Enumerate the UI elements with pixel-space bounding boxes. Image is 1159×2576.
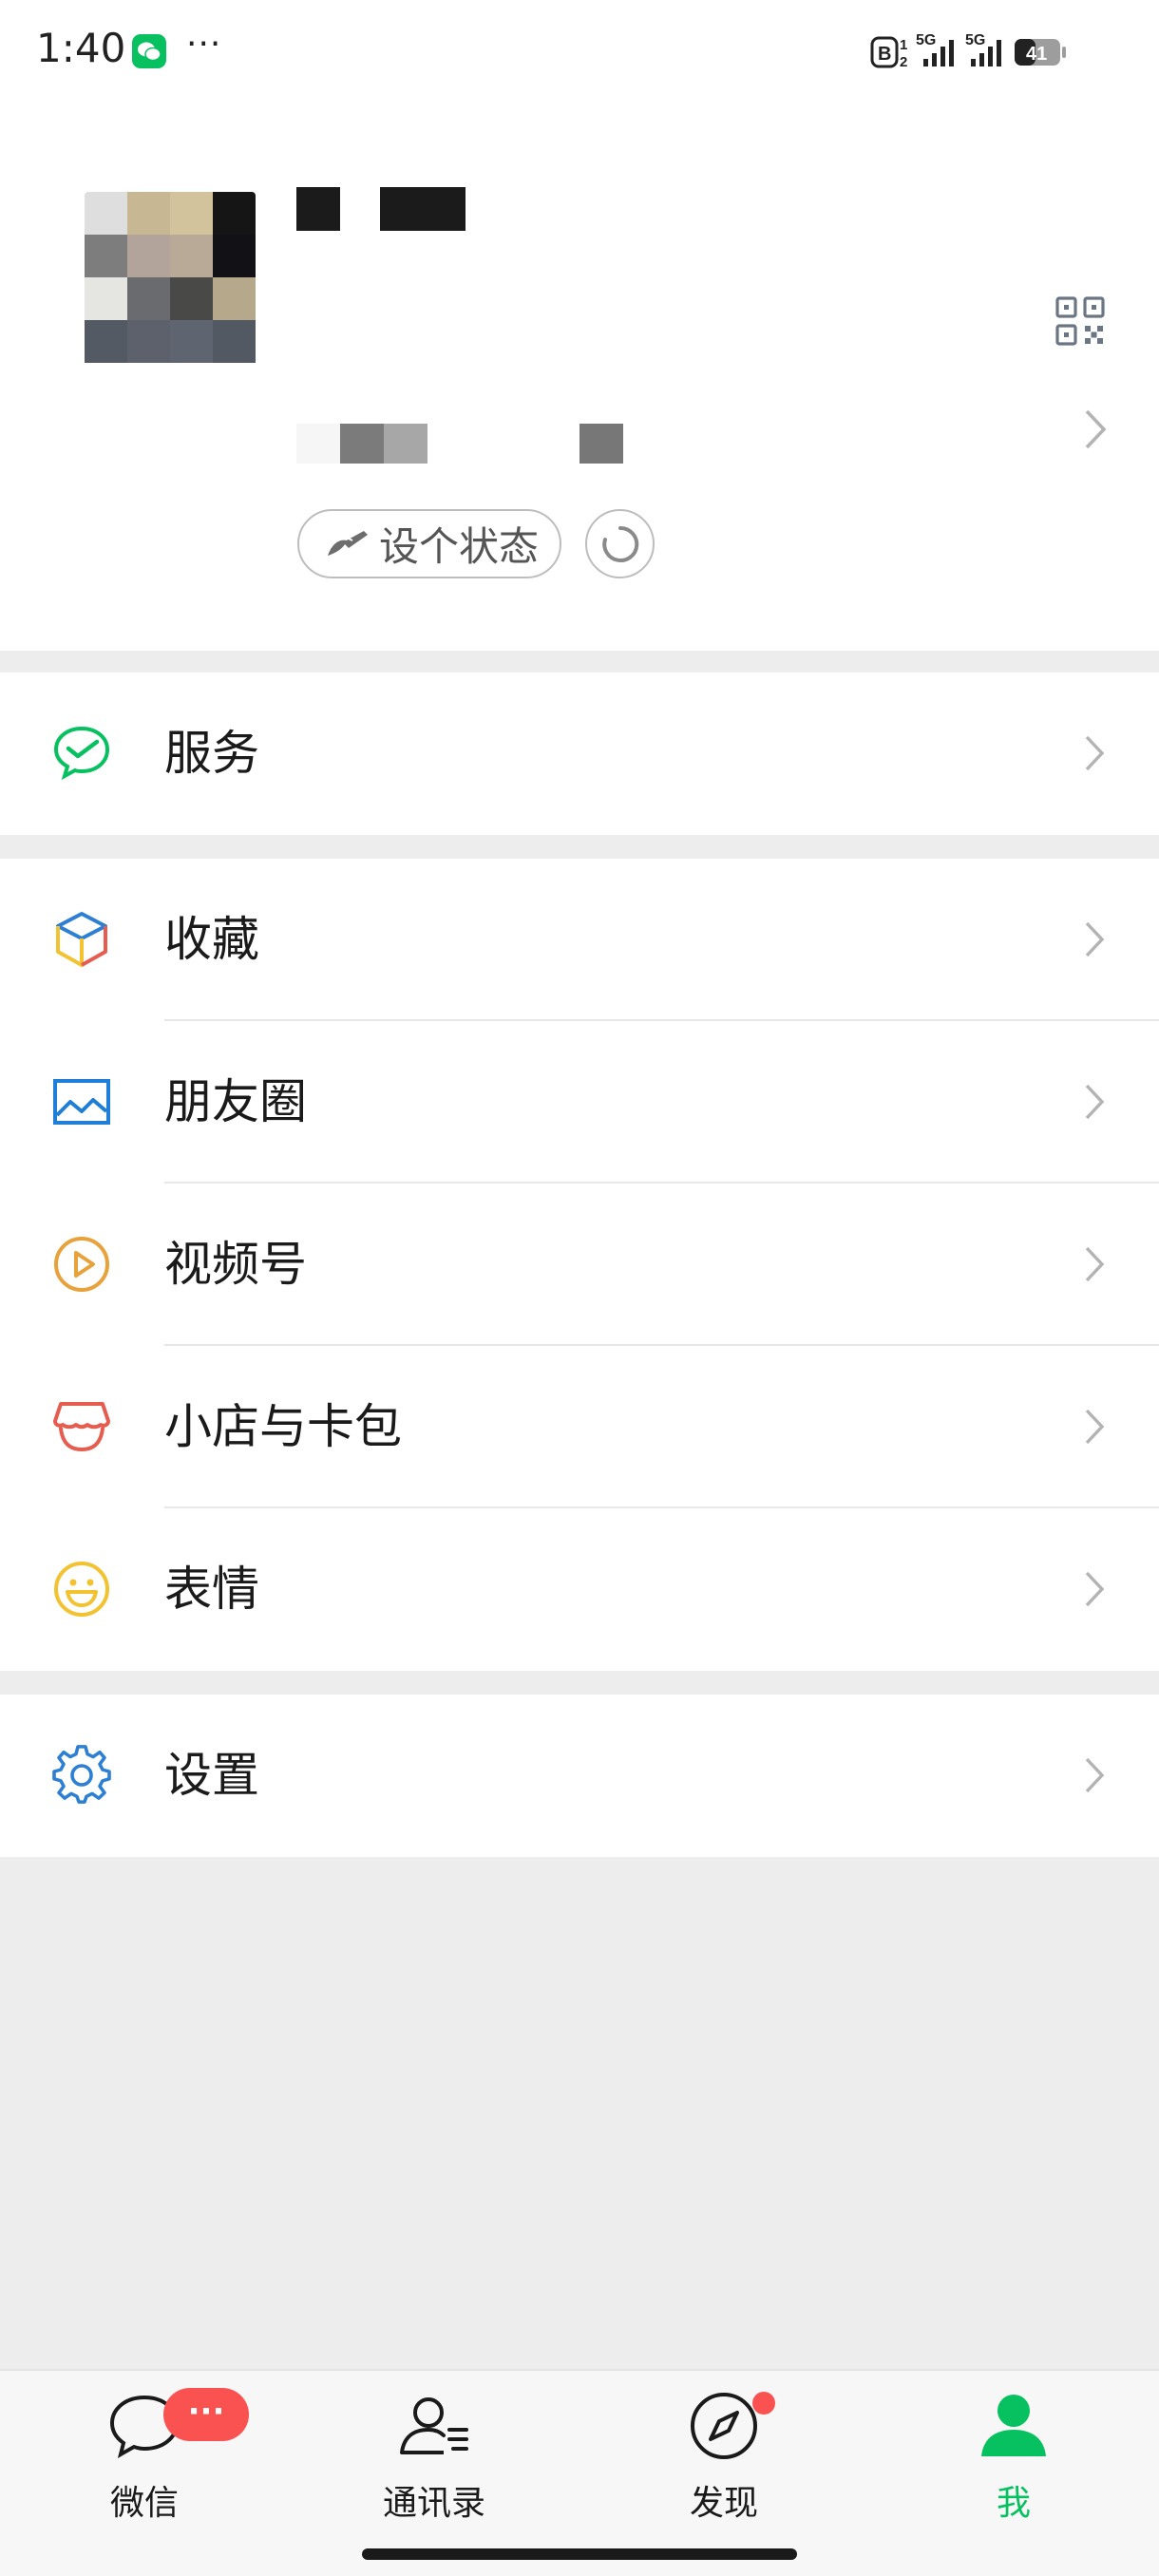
menu-item-shop[interactable]: 小店与卡包 xyxy=(0,1346,1159,1508)
menu-label-service: 服务 xyxy=(164,726,259,781)
set-status-button[interactable]: 设个状态 xyxy=(297,509,561,578)
picture-icon xyxy=(53,1079,110,1125)
svg-text:B: B xyxy=(878,44,891,65)
menu-item-settings[interactable]: 设置 xyxy=(0,1695,1159,1857)
status-time: 1:40 xyxy=(36,25,126,71)
wechat-pay-icon xyxy=(53,726,110,781)
tab-discover[interactable]: 发现 xyxy=(638,2384,809,2527)
wechat-notification-icon xyxy=(132,34,166,68)
chevron-right-icon xyxy=(1085,1571,1105,1607)
compass-icon xyxy=(691,2393,757,2459)
chevron-right-icon xyxy=(1085,1084,1105,1120)
refresh-status-button[interactable] xyxy=(585,509,655,578)
contacts-icon xyxy=(400,2397,468,2454)
menu-label-stickers: 表情 xyxy=(164,1562,259,1617)
chevron-right-icon[interactable] xyxy=(1081,407,1110,451)
menu-item-moments[interactable]: 朋友圈 xyxy=(0,1021,1159,1184)
refresh-icon xyxy=(601,525,638,562)
tab-label-me: 我 xyxy=(996,2484,1031,2523)
tab-contacts[interactable]: 通讯录 xyxy=(349,2384,520,2527)
menu-label-settings: 设置 xyxy=(164,1748,259,1803)
menu-label-shop: 小店与卡包 xyxy=(164,1399,402,1454)
menu-label-favorites: 收藏 xyxy=(164,912,259,967)
tab-label-discover: 发现 xyxy=(689,2484,758,2523)
status-bar: 1:40 ··· B 1 2 5G 5G 41 xyxy=(0,0,1159,104)
status-more-icon: ··· xyxy=(186,25,222,64)
unread-badge: ··· xyxy=(163,2388,249,2441)
avatar[interactable] xyxy=(85,192,256,464)
settings-group: 设置 xyxy=(0,1695,1159,1857)
svg-text:2: 2 xyxy=(900,54,907,70)
smiley-icon xyxy=(54,1562,109,1617)
cube-icon xyxy=(56,912,107,967)
set-status-label: 设个状态 xyxy=(379,523,540,570)
menu-item-stickers[interactable]: 表情 xyxy=(0,1508,1159,1671)
svg-text:41: 41 xyxy=(1026,44,1047,65)
gear-icon xyxy=(52,1745,111,1804)
chevron-right-icon xyxy=(1085,921,1105,957)
signal-battery-icon: B 1 2 5G 5G 41 xyxy=(870,32,1066,70)
bottom-tab-bar: 微信 ··· 通讯录 发现 我 xyxy=(0,2369,1159,2576)
chevron-right-icon xyxy=(1085,1409,1105,1445)
chevron-right-icon xyxy=(1085,1246,1105,1282)
tab-label-chats: 微信 xyxy=(109,2484,179,2523)
service-group: 服务 xyxy=(0,672,1159,835)
menu-item-channels[interactable]: 视频号 xyxy=(0,1184,1159,1346)
discover-notification-dot xyxy=(752,2392,775,2415)
shop-icon xyxy=(53,1402,110,1452)
features-group: 收藏 朋友圈 视频号 小店与卡包 表情 xyxy=(0,859,1159,1671)
svg-text:1: 1 xyxy=(900,37,907,53)
nickname-redacted xyxy=(296,187,466,231)
chevron-right-icon xyxy=(1085,735,1105,771)
tab-label-contacts: 通讯录 xyxy=(382,2484,485,2523)
wechat-id-redacted xyxy=(296,424,623,464)
svg-text:5G: 5G xyxy=(965,32,985,48)
menu-label-channels: 视频号 xyxy=(164,1237,307,1292)
svg-text:5G: 5G xyxy=(916,32,936,48)
menu-item-favorites[interactable]: 收藏 xyxy=(0,859,1159,1021)
tab-me[interactable]: 我 xyxy=(928,2384,1099,2527)
person-icon xyxy=(981,2395,1046,2456)
play-circle-icon xyxy=(54,1237,109,1292)
home-indicator[interactable] xyxy=(362,2548,797,2560)
menu-label-moments: 朋友圈 xyxy=(164,1074,307,1129)
chevron-right-icon xyxy=(1085,1757,1105,1793)
status-indicators: B 1 2 5G 5G 41 xyxy=(870,28,1113,76)
qr-code-icon[interactable] xyxy=(1054,295,1106,347)
brush-icon xyxy=(328,530,368,556)
menu-item-service[interactable]: 服务 xyxy=(0,672,1159,835)
